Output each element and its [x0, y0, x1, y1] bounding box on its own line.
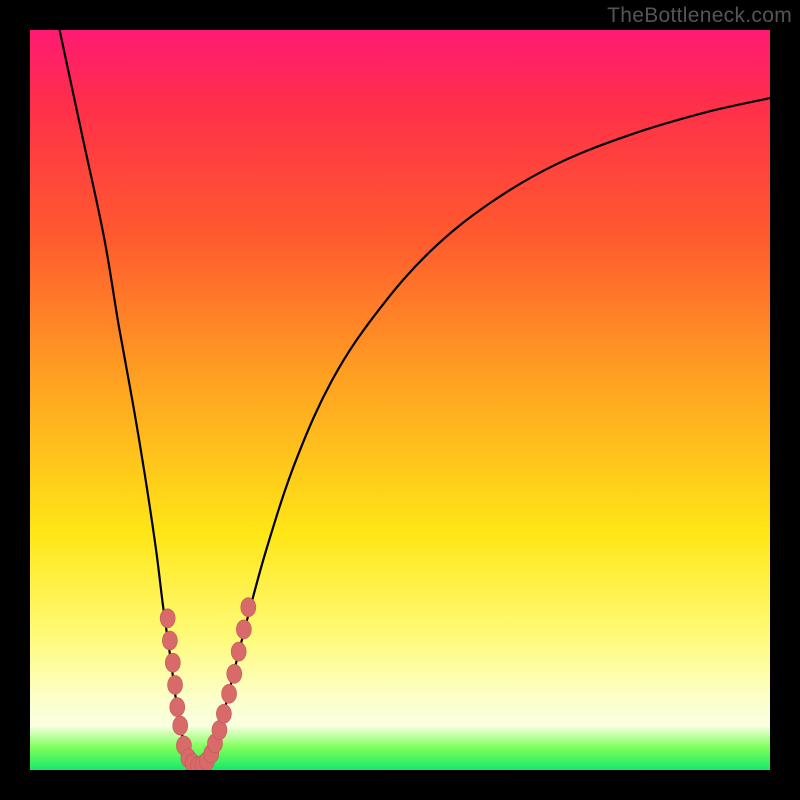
data-marker — [168, 675, 183, 694]
data-marker — [165, 653, 180, 672]
data-marker — [241, 598, 256, 617]
data-marker — [170, 698, 185, 717]
data-marker — [227, 664, 242, 683]
bottleneck-curve-svg — [30, 30, 770, 770]
data-marker — [222, 684, 237, 703]
data-markers — [160, 598, 256, 770]
data-marker — [160, 609, 175, 628]
data-marker — [162, 631, 177, 650]
data-marker — [216, 704, 231, 723]
chart-frame: TheBottleneck.com — [0, 0, 800, 800]
watermark-text: TheBottleneck.com — [607, 4, 792, 28]
plot-area — [30, 30, 770, 770]
bottleneck-curve — [60, 30, 770, 766]
data-marker — [173, 716, 188, 735]
data-marker — [231, 642, 246, 661]
data-marker — [236, 620, 251, 639]
